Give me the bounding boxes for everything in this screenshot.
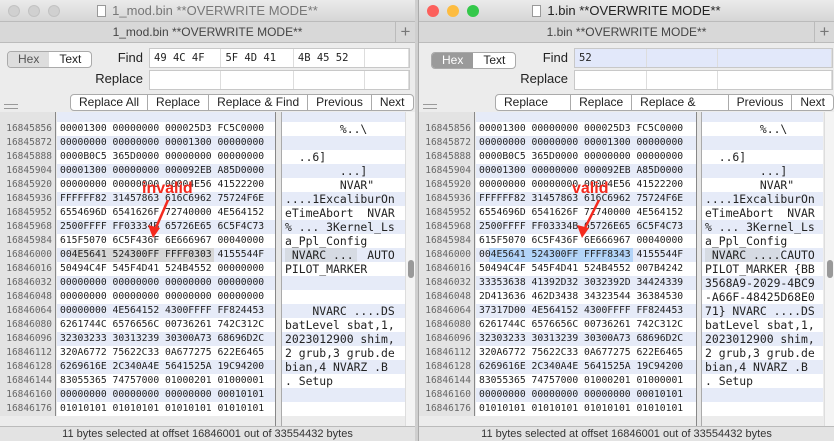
annotation-arrow-icon: [577, 199, 601, 238]
left-editor-window: 1_mod.bin **OVERWRITE MODE** 1_mod.bin *…: [0, 0, 415, 441]
right-editor-window: 1.bin **OVERWRITE MODE** 1.bin **OVERWRI…: [418, 0, 834, 441]
annotation-arrow-icon: [148, 199, 170, 238]
